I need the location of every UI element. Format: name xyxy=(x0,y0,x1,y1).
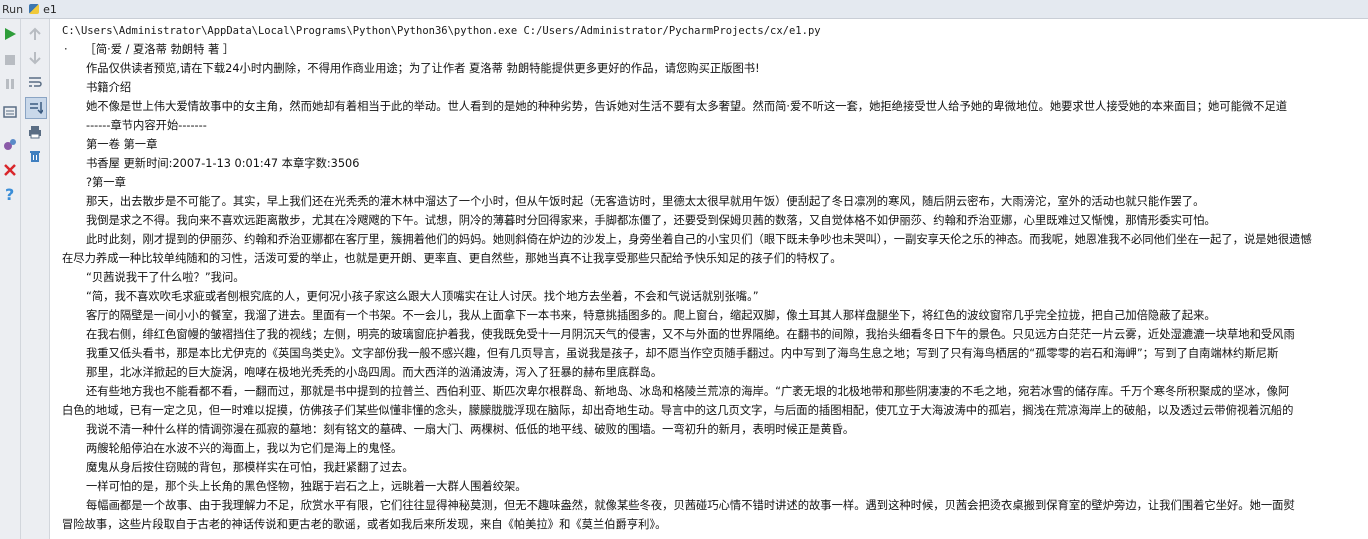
console-output[interactable]: C:\Users\Administrator\AppData\Local\Pro… xyxy=(52,19,1368,539)
console-line: ------章节内容开始------- xyxy=(86,119,207,132)
console-line: 那里，北冰洋掀起的巨大旋涡，咆哮在极地光秃秃的小岛四周。而大西洋的汹涌波涛，泻入… xyxy=(86,366,663,379)
console-command-line: C:\Users\Administrator\AppData\Local\Pro… xyxy=(62,25,821,37)
python-file-icon xyxy=(29,4,40,14)
pause-icon[interactable] xyxy=(1,75,19,93)
console-line: 我倒是求之不得。我向来不喜欢远距离散步，尤其在冷飕飕的下午。试想，阴冷的薄暮时分… xyxy=(86,214,1216,227)
console-line: 每幅画都是一个故事、由于我理解力不足，欣赏水平有限，它们往往显得神秘莫测，但无不… xyxy=(86,499,1295,512)
console-line: 我重又低头看书，那是本比尤伊克的《英国鸟类史》。文字部份我一般不感兴趣，但有几页… xyxy=(86,347,1279,360)
scroll-up-icon[interactable] xyxy=(26,25,44,43)
svg-text:?: ? xyxy=(5,186,14,202)
console-line: 书籍介绍 xyxy=(86,81,132,94)
run-play-icon[interactable] xyxy=(1,25,19,43)
console-line: 魔鬼从身后按住窃贼的背包，那模样实在可怕，我赶紧翻了过去。 xyxy=(86,461,414,474)
close-icon[interactable] xyxy=(1,161,19,179)
run-label: Run xyxy=(2,2,24,16)
console-line: 白色的地域，已有一定之见，但一时难以捉摸，仿佛孩子们某些似懂非懂的念头，朦朦胧胧… xyxy=(62,404,1294,417)
print-icon[interactable] xyxy=(26,123,44,141)
console-line: 作品仅供读者预览,请在下载24小时内删除，不得用作商业用途；为了让作者 夏洛蒂 … xyxy=(86,62,760,75)
console-line: 第一卷 第一章 xyxy=(86,138,158,151)
console-line: 她不像是世上伟大爱情故事中的女主角，然而她却有着相当于此的举动。世人看到的是她的… xyxy=(86,100,1288,113)
stop-icon[interactable] xyxy=(1,51,19,69)
trash-icon[interactable] xyxy=(26,147,44,165)
run-tool-window-header: Run e1 xyxy=(0,0,1368,19)
console-line: 在我右侧，绯红色窗幔的皱褶挡住了我的视线；左侧，明亮的玻璃窗庇护着我，使我既免受… xyxy=(86,328,1295,341)
console-line: 此时此刻，刚才提到的伊丽莎、约翰和乔治亚娜都在客厅里，簇拥着他们的妈妈。她则斜倚… xyxy=(86,233,1312,246)
console-line: 客厅的隔壁是一间小小的餐室，我溜了进去。里面有一个书架。不一会儿，我从上面拿下一… xyxy=(86,309,1216,322)
settings-icon[interactable] xyxy=(1,135,19,153)
run-toolbar-secondary xyxy=(21,19,50,539)
run-toolbar-primary: ? xyxy=(0,19,21,539)
console-line: “简，我不喜欢吹毛求疵或者刨根究底的人，更何况小孩子家这么跟大人顶嘴实在让人讨厌… xyxy=(86,290,759,303)
console-line: “贝茜说我干了什么啦？”我问。 xyxy=(86,271,245,284)
console-line: 一样可怕的是，那个头上长角的黑色怪物，独踞于岩石之上，远眺着一大群人围着绞架。 xyxy=(86,480,527,493)
console-line: · ［简·爱 / 夏洛蒂 勃朗特 著 ］ xyxy=(64,43,235,56)
console-line: 书香屋 更新时间:2007-1-13 0:01:47 本章字数:3506 xyxy=(86,157,360,170)
console-line: 还有些地方我也不能看都不看，一翻而过，那就是书中提到的拉普兰、西伯利亚、斯匹次卑… xyxy=(86,385,1290,398)
console-line: 那天，出去散步是不可能了。其实，早上我们还在光秃秃的灌木林中溜达了一个小时，但从… xyxy=(86,195,1205,208)
scroll-to-end-icon[interactable] xyxy=(25,97,47,119)
console-line: 在尽力养成一种比较单纯随和的习性，活泼可爱的举止，也就是更开朗、更率直、更自然些… xyxy=(62,252,842,265)
console-line: 冒险故事，这些片段取自于古老的神话传说和更古老的歌谣，或者如我后来所发现，来自《… xyxy=(62,518,667,531)
console-line: ?第一章 xyxy=(86,176,126,189)
run-tab-e1[interactable]: e1 xyxy=(43,3,57,16)
help-icon[interactable]: ? xyxy=(1,185,19,203)
console-line: 我说不清一种什么样的情调弥漫在孤寂的墓地：刻有铭文的墓碑、一扇大门、两棵树、低低… xyxy=(86,423,855,436)
scroll-down-icon[interactable] xyxy=(26,49,44,67)
soft-wrap-icon[interactable] xyxy=(26,73,44,91)
dump-threads-icon[interactable] xyxy=(1,103,19,121)
console-line: 两艘轮船停泊在水波不兴的海面上，我以为它们是海上的鬼怪。 xyxy=(86,442,403,455)
